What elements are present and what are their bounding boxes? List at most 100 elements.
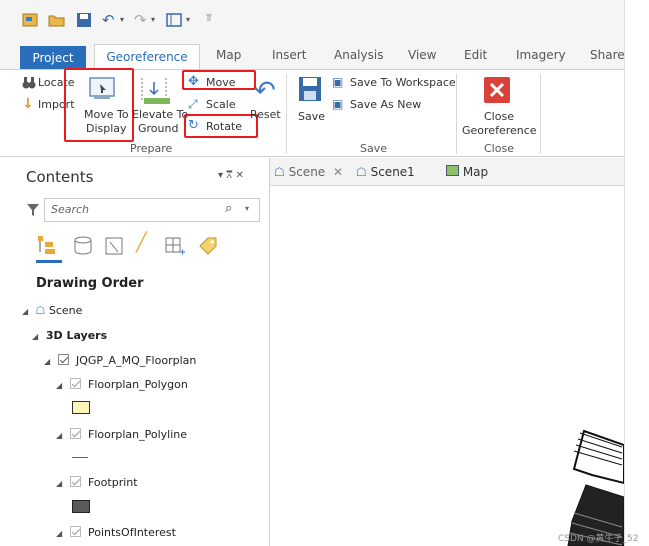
tab-insert[interactable]: Insert [272,48,306,62]
tab-scene[interactable]: ☖ Scene ✕ [274,165,343,179]
customize-toolbar-icon[interactable]: ⫪ [206,13,212,24]
close-x-icon [484,77,510,103]
group-layer-label: JQGP_A_MQ_Floorplan [76,354,197,367]
ribbon-georeference: Locate ↓ Import Move To Display Elevate … [0,68,624,157]
search-placeholder: Search [51,203,90,216]
expand-arrow-icon[interactable]: ◢ [56,431,66,440]
drawing-order-icon[interactable] [36,234,58,256]
tab-georeference[interactable]: Georeference [94,44,200,71]
elevate-to-ground-button[interactable]: Elevate To Ground [132,74,188,138]
watermark: CSDN @黄牛子_52 [558,534,639,544]
search-icon[interactable]: ⌕ [225,201,232,216]
polygon-symbol-swatch[interactable] [72,401,90,414]
left-margin [0,158,18,546]
tree-3d-layers[interactable]: ◢ 3D Layers [32,329,107,342]
search-options-icon[interactable]: ▾ [245,204,249,213]
tree-group-layer[interactable]: ◢ JQGP_A_MQ_Floorplan [44,354,196,367]
layer-visibility-checkbox[interactable] [69,428,81,439]
reset-button[interactable]: ↶ Reset [248,76,281,126]
save-label: Save [298,110,326,123]
layout-dropdown-icon[interactable]: ▾ [186,15,190,24]
tree-footprint[interactable]: ◢ Footprint [56,476,138,489]
active-view-indicator [36,260,62,263]
layer-visibility-checkbox[interactable] [69,526,81,537]
tab-map-view-label: Map [462,165,489,179]
tab-analysis[interactable]: Analysis [334,48,383,62]
import-arrow-icon: ↓ [22,96,34,112]
close-icon[interactable]: ✕ [333,165,343,179]
save-project-icon[interactable] [76,12,94,28]
rotate-highlight [184,114,258,138]
editing-pencil-icon[interactable]: ╱ [136,232,147,253]
tab-map[interactable]: Map [216,48,241,62]
expand-arrow-icon[interactable]: ◢ [44,357,54,366]
tab-scene1-label: Scene1 [370,165,415,179]
redo-icon[interactable]: ↷ [134,11,147,29]
snapping-icon[interactable] [164,236,186,256]
contents-view-toolbar: ╱ [36,232,246,264]
scale-label: Scale [206,98,236,111]
layer-visibility-checkbox[interactable] [69,378,81,389]
search-input[interactable]: Search ⌕ ▾ [44,198,260,222]
reset-icon: ↶ [254,76,276,106]
close-label-2: Georeference [462,124,537,137]
floorplan-polyline-label: Floorplan_Polyline [88,428,188,441]
polyline-symbol-swatch[interactable] [72,457,88,458]
floorplan-polygon-label: Floorplan_Polygon [88,378,188,391]
footprint-label: Footprint [88,476,138,489]
save-button[interactable]: Save [294,74,326,130]
filter-icon[interactable] [26,202,40,218]
tab-scene1[interactable]: ☖ Scene1 [356,165,415,179]
scene-canvas[interactable]: CSDN @黄牛子_52 [270,187,638,546]
tab-map-view[interactable]: Map [446,165,488,179]
tab-view[interactable]: View [408,48,436,62]
labeling-tag-icon[interactable] [196,234,218,256]
open-project-icon[interactable] [48,12,66,28]
move-to-display-highlight [64,68,134,142]
save-as-new-icon: ▣ [332,97,344,111]
expand-arrow-icon[interactable]: ◢ [56,479,66,488]
new-project-icon[interactable] [22,12,40,28]
save-disk-icon [299,77,321,101]
save-to-workspace-label: Save To Workspace [350,76,456,89]
selection-icon[interactable] [104,236,126,256]
undo-dropdown-icon[interactable]: ▾ [120,15,124,24]
quick-access-toolbar: ↶ ▾ ↷ ▾ ▾ ⫪ [0,0,649,42]
data-source-icon[interactable] [72,236,94,256]
tree-floorplan-polyline[interactable]: ◢ Floorplan_Polyline [56,428,187,441]
reset-label: Reset [250,108,281,121]
undo-icon[interactable]: ↶ [102,11,115,29]
tab-imagery[interactable]: Imagery [516,48,566,62]
tab-project[interactable]: Project [20,46,86,70]
layer-visibility-checkbox[interactable] [57,354,69,365]
expand-arrow-icon[interactable]: ◢ [32,332,42,341]
scene-icon: ☖ [35,304,46,317]
footprint-symbol-swatch[interactable] [72,500,90,513]
expand-arrow-icon[interactable]: ◢ [56,529,66,538]
prepare-group-label: Prepare [130,142,173,155]
right-margin [624,0,649,546]
expand-arrow-icon[interactable]: ◢ [56,381,66,390]
separator [286,74,287,154]
floorplan-graphic [567,429,624,546]
expand-arrow-icon[interactable]: ◢ [22,307,32,316]
separator [540,74,541,154]
close-label-1: Close [484,110,514,123]
pane-options[interactable]: ▾ ⩞ ✕ [218,170,244,181]
save-as-new-label: Save As New [350,98,422,111]
scale-icon: ⤢ [188,97,198,111]
close-georeference-button[interactable]: Close Georeference [460,74,537,138]
tab-edit[interactable]: Edit [464,48,487,62]
layout-icon[interactable] [166,12,184,28]
tab-share[interactable]: Share [590,48,625,62]
tree-floorplan-polygon[interactable]: ◢ Floorplan_Polygon [56,378,188,391]
map-icon [446,165,459,176]
ribbon-tabs: Project Georeference Map Insert Analysis… [0,42,649,71]
tree-points-of-interest[interactable]: ◢ PointsOfInterest [56,526,176,539]
scene-label: Scene [48,304,83,317]
points-of-interest-label: PointsOfInterest [88,526,176,539]
redo-dropdown-icon[interactable]: ▾ [151,15,155,24]
layer-visibility-checkbox[interactable] [69,476,81,487]
contents-title: Contents [26,168,94,186]
tree-scene[interactable]: ◢ ☖ Scene [22,304,82,317]
